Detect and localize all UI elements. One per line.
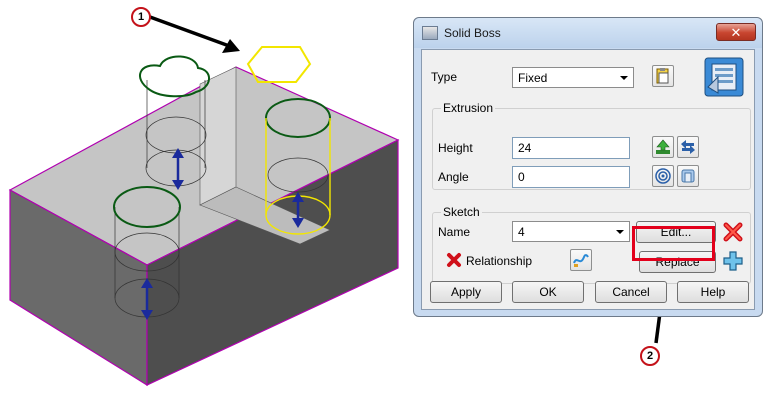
angle-input[interactable]: 0 — [512, 166, 630, 188]
callout-2: 2 — [640, 346, 660, 366]
cancel-button[interactable]: Cancel — [595, 281, 667, 303]
dialog-client: Type Fixed Extrusion Height 24 Angle 0 S… — [421, 49, 755, 310]
name-label: Name — [438, 225, 471, 239]
relationship-sketch-button[interactable] — [570, 249, 592, 271]
extrusion-group-label: Extrusion — [441, 101, 496, 115]
replace-highlight-box — [632, 226, 715, 261]
close-button[interactable]: ✕ — [716, 23, 756, 41]
type-label: Type — [431, 70, 458, 84]
relationship-label: Relationship — [466, 254, 533, 268]
dialog-titlebar[interactable]: Solid Boss ✕ — [414, 18, 762, 48]
relationship-status-icon — [446, 252, 462, 268]
draft-boss-icon — [681, 169, 695, 183]
sketch-name-value: 4 — [518, 225, 525, 239]
reverse-direction-button[interactable] — [677, 136, 699, 158]
dialog-title: Solid Boss — [444, 26, 501, 40]
height-label: Height — [438, 141, 473, 155]
feature-table-icon[interactable] — [704, 57, 744, 97]
type-select[interactable]: Fixed — [512, 67, 634, 88]
clipboard-icon-button[interactable] — [652, 65, 674, 87]
sketch-name-select[interactable]: 4 — [512, 221, 630, 242]
concentric-circles-icon — [655, 168, 671, 184]
extrude-up-button[interactable] — [652, 136, 674, 158]
window-icon — [422, 26, 438, 40]
chevron-down-icon — [616, 230, 624, 234]
add-sketch-icon[interactable] — [722, 250, 744, 272]
delete-sketch-icon[interactable] — [722, 221, 744, 243]
height-input[interactable]: 24 — [512, 137, 630, 159]
clipboard-icon — [656, 68, 669, 84]
callout-1: 1 — [131, 7, 151, 27]
draft-shape-button[interactable] — [677, 165, 699, 187]
angle-label: Angle — [438, 170, 469, 184]
arrow-up-icon — [656, 139, 670, 154]
sketch-path-icon — [573, 254, 589, 267]
solid-boss-dialog: Solid Boss ✕ Type Fixed Extrusion Height… — [413, 17, 763, 317]
swap-arrows-icon — [681, 140, 695, 154]
apply-button[interactable]: Apply — [430, 281, 502, 303]
callout-arrow-1 — [149, 15, 240, 53]
offset-circles-button[interactable] — [652, 165, 674, 187]
help-button[interactable]: Help — [677, 281, 749, 303]
type-select-value: Fixed — [518, 71, 548, 85]
sketch-group-label: Sketch — [441, 205, 482, 219]
ok-button[interactable]: OK — [512, 281, 584, 303]
chevron-down-icon — [620, 76, 628, 80]
